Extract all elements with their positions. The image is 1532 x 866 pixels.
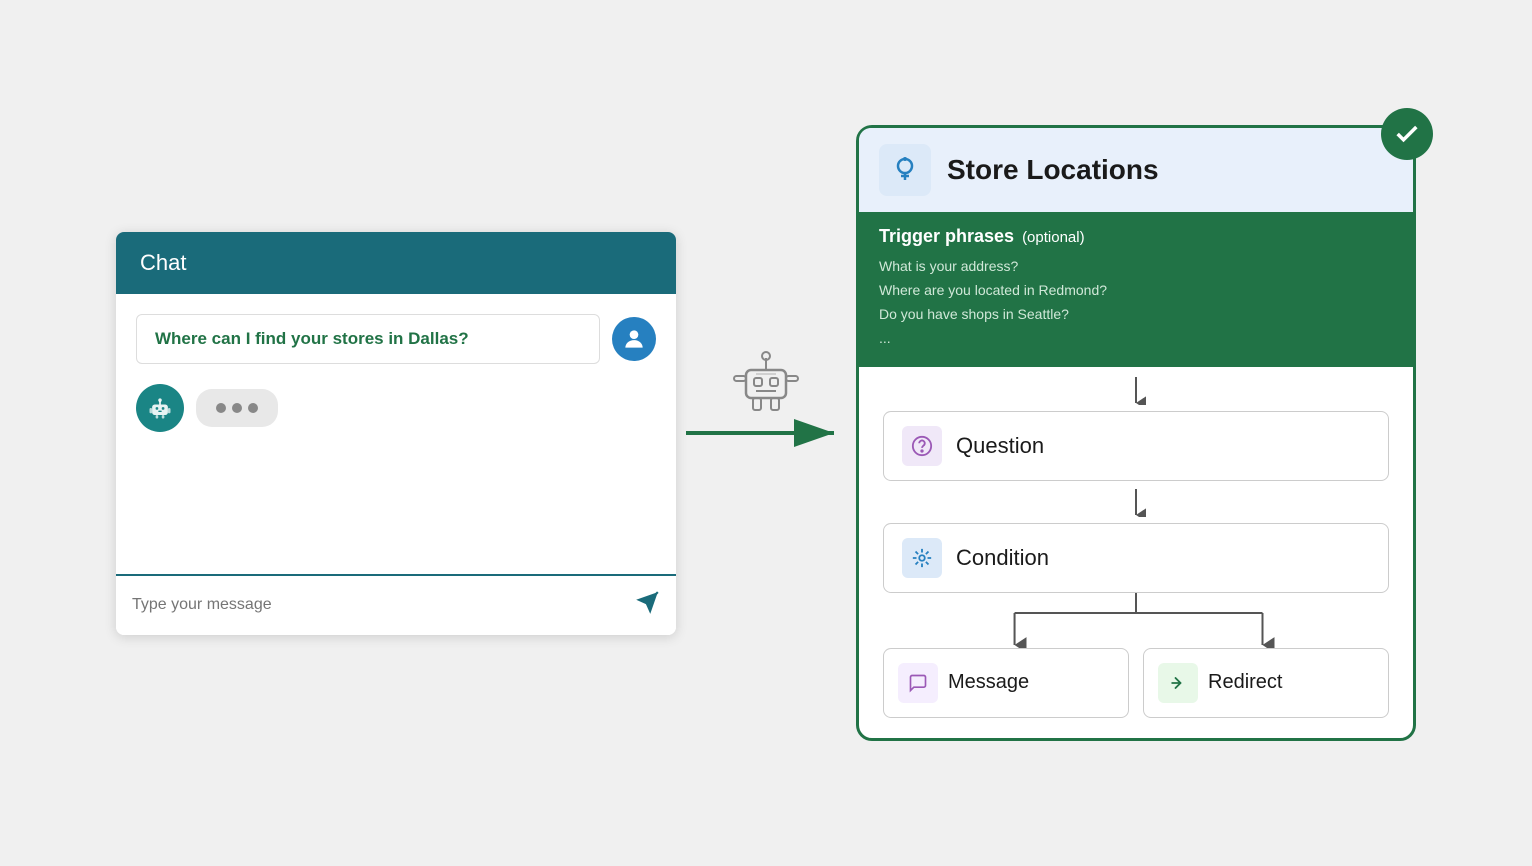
message-icon-box [898, 663, 938, 703]
trigger-optional-text: (optional) [1022, 229, 1085, 246]
condition-label: Condition [956, 545, 1049, 571]
condition-node[interactable]: Condition [883, 523, 1389, 593]
question-icon-box [902, 426, 942, 466]
question-label: Question [956, 433, 1044, 459]
trigger-phrase-1: What is your address? [879, 255, 1393, 279]
question-node[interactable]: Question [883, 411, 1389, 481]
redirect-label: Redirect [1208, 671, 1282, 694]
main-container: Chat Where can I find your stores in Dal… [0, 0, 1532, 866]
flow-nodes: Question [859, 367, 1413, 718]
arrow-to-question [1126, 377, 1146, 405]
chat-header: Chat [116, 232, 676, 294]
flow-panel: Store Locations Trigger phrases (optiona… [856, 125, 1416, 740]
topic-icon-box [879, 144, 931, 196]
user-icon [621, 326, 647, 352]
bot-avatar [136, 384, 184, 432]
trigger-title-row: Trigger phrases (optional) [879, 226, 1393, 247]
topic-title: Store Locations [947, 154, 1159, 186]
bot-row [136, 384, 656, 432]
split-arrows [883, 593, 1389, 648]
redirect-icon-box [1158, 663, 1198, 703]
trigger-phrase-2: Where are you located in Redmond? [879, 279, 1393, 303]
typing-indicator [196, 389, 278, 427]
user-message-bubble: Where can I find your stores in Dallas? [136, 314, 600, 364]
message-row: Where can I find your stores in Dallas? [136, 314, 656, 364]
chat-panel: Chat Where can I find your stores in Dal… [116, 232, 676, 635]
condition-icon-box [902, 538, 942, 578]
chat-body: Where can I find your stores in Dallas? [116, 294, 676, 574]
question-icon [911, 435, 933, 457]
redirect-icon [1168, 673, 1188, 693]
split-nodes: Message Redirect [883, 648, 1389, 718]
condition-icon [911, 547, 933, 569]
send-button[interactable] [634, 590, 660, 621]
arrow-to-condition [1126, 489, 1146, 517]
check-icon [1393, 120, 1421, 148]
trigger-phrase-ellipsis: ... [879, 327, 1393, 351]
dot-3 [248, 403, 258, 413]
robot-icon-container [726, 338, 806, 423]
message-node[interactable]: Message [883, 648, 1129, 718]
message-label: Message [948, 671, 1029, 694]
topic-icon [889, 154, 921, 186]
trigger-section: Trigger phrases (optional) What is your … [859, 212, 1413, 366]
split-arrows-svg [883, 593, 1389, 648]
robot-diagram-icon [726, 338, 806, 418]
user-avatar [612, 317, 656, 361]
check-badge [1381, 108, 1433, 160]
redirect-node[interactable]: Redirect [1143, 648, 1389, 718]
topic-header: Store Locations [859, 128, 1413, 212]
message-icon [908, 673, 928, 693]
bot-icon [146, 394, 174, 422]
trigger-title-text: Trigger phrases [879, 226, 1014, 247]
down-arrow-2 [1126, 489, 1146, 517]
chat-title: Chat [140, 250, 186, 275]
trigger-phrase-3: Do you have shops in Seattle? [879, 303, 1393, 327]
dot-2 [232, 403, 242, 413]
trigger-phrases: What is your address? Where are you loca… [879, 255, 1393, 350]
dot-1 [216, 403, 226, 413]
chat-input-row [116, 574, 676, 635]
down-arrow-1 [1126, 377, 1146, 405]
connection-area [676, 418, 856, 448]
chat-input[interactable] [132, 596, 634, 614]
